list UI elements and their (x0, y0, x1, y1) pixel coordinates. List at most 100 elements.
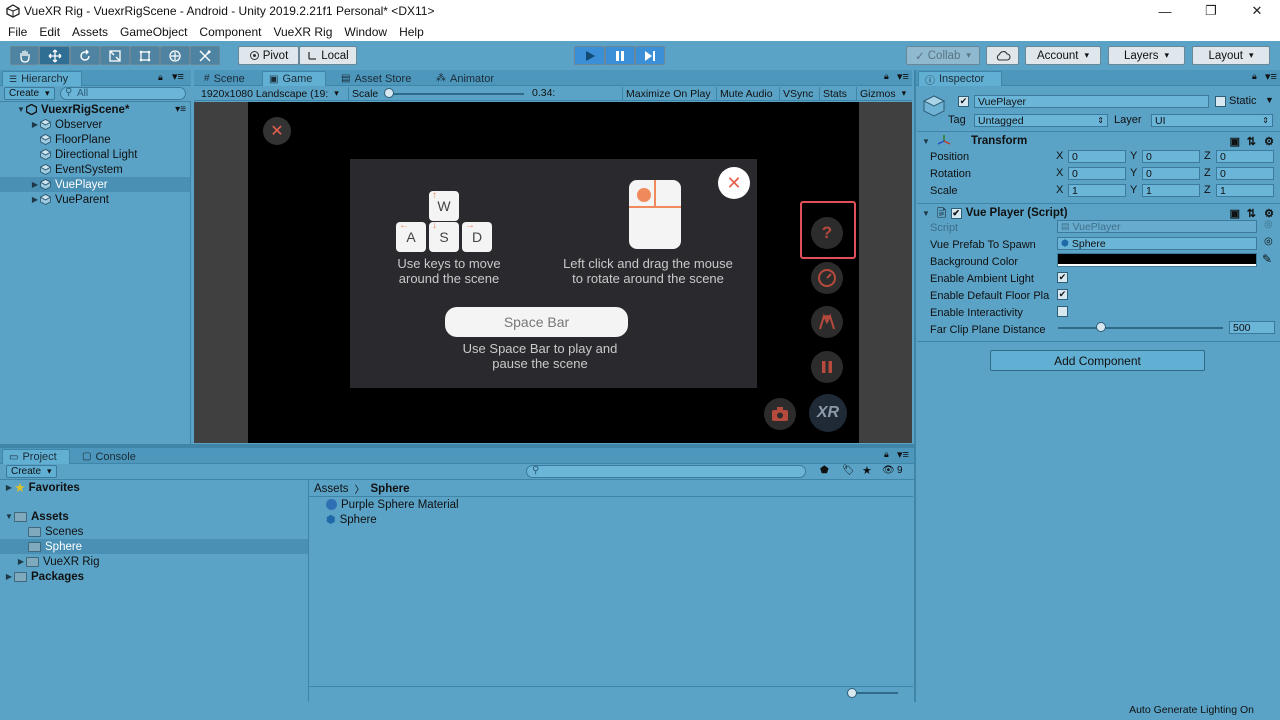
rotate-tool-button[interactable] (70, 46, 100, 65)
transform-position-y-field[interactable]: 0 (1142, 150, 1200, 163)
menu-component[interactable]: Component (193, 25, 267, 39)
mute-audio-toggle[interactable]: Mute Audio (716, 87, 776, 100)
help-dialog-close-button[interactable]: ✕ (718, 167, 750, 199)
menu-window[interactable]: Window (338, 25, 393, 39)
project-search-input[interactable]: ⚲ (526, 465, 806, 478)
inspector-menu-icon[interactable]: ▾≡ (1265, 70, 1277, 83)
hierarchy-item[interactable]: EventSystem (0, 162, 190, 177)
step-button[interactable] (635, 46, 665, 65)
scale-slider-handle[interactable] (384, 88, 394, 98)
tab-animator[interactable]: ⁂ Animator (430, 71, 500, 86)
maximize-on-play-toggle[interactable]: Maximize On Play (622, 87, 714, 100)
game-lock-icon[interactable]: 🔒︎ (884, 71, 889, 82)
hand-tool-button[interactable] (10, 46, 39, 65)
background-color-swatch[interactable] (1057, 253, 1257, 267)
minimize-button[interactable]: — (1142, 0, 1188, 22)
collapse-arrow-icon[interactable]: ▼ (921, 209, 931, 218)
eyedropper-icon[interactable]: ✎ (1262, 252, 1272, 266)
screenshot-button[interactable] (764, 398, 796, 430)
rect-tool-button[interactable] (130, 46, 160, 65)
scale-tool-button[interactable] (100, 46, 130, 65)
file-item[interactable]: ⬢ Sphere (326, 512, 377, 527)
layer-dropdown[interactable]: UI ⇕ (1151, 114, 1273, 127)
layers-dropdown[interactable]: Layers (1108, 46, 1185, 65)
project-lock-icon[interactable]: 🔒︎ (884, 449, 889, 460)
custom-tool-button[interactable] (190, 46, 220, 65)
expand-arrow-icon[interactable]: ▶ (30, 180, 40, 189)
preset-sliders-icon[interactable]: ⇅ (1247, 135, 1256, 148)
tab-scene[interactable]: # Scene (198, 71, 251, 86)
tab-game[interactable]: ▣ Game (262, 71, 326, 86)
scene-root-row[interactable]: ▼ VuexrRigScene* ▾≡ (0, 102, 190, 117)
expand-arrow-icon[interactable]: ▼ (4, 512, 14, 521)
local-toggle[interactable]: Local (299, 46, 357, 65)
panel-menu-icon[interactable]: ▾≡ (172, 70, 184, 83)
project-tree-item[interactable]: Scenes (0, 524, 308, 539)
tab-console[interactable]: ▢ Console (76, 449, 142, 464)
vsync-toggle[interactable]: VSync (779, 87, 816, 100)
interactivity-checkbox[interactable] (1057, 306, 1068, 317)
move-tool-button[interactable] (39, 46, 70, 65)
project-tree-item[interactable]: ▼ Assets (0, 509, 308, 524)
stats-toggle[interactable]: Stats (819, 87, 850, 100)
account-dropdown[interactable]: Account (1025, 46, 1101, 65)
expand-arrow-icon[interactable]: ▶ (30, 195, 40, 204)
prefab-field[interactable]: ⬢ Sphere (1057, 237, 1257, 250)
pivot-toggle[interactable]: Pivot (238, 46, 299, 65)
transform-rotation-y-field[interactable]: 0 (1142, 167, 1200, 180)
hierarchy-create-dropdown[interactable]: Create (4, 87, 55, 100)
tab-hierarchy[interactable]: ☰ Hierarchy (2, 71, 82, 86)
icon-size-slider-track[interactable] (852, 692, 898, 694)
reference-book-icon[interactable]: ▣ (1230, 135, 1240, 148)
tab-project[interactable]: ▭ Project (2, 449, 70, 464)
close-window-button[interactable]: ✕ (1234, 0, 1280, 22)
hierarchy-item[interactable]: ▶ Observer (0, 117, 190, 132)
favorite-star-icon[interactable]: ★ (862, 464, 872, 477)
tab-inspector[interactable]: ⓘ Inspector (918, 71, 1002, 87)
transform-position-z-field[interactable]: 0 (1216, 150, 1274, 163)
hierarchy-item[interactable]: ▶ VueParent (0, 192, 190, 207)
project-tree-item[interactable]: ▶ Packages (0, 569, 308, 584)
hierarchy-search-input[interactable]: ⚲ All (60, 87, 186, 100)
expand-arrow-icon[interactable]: ▶ (16, 557, 26, 566)
transform-rotation-z-field[interactable]: 0 (1216, 167, 1274, 180)
icon-size-slider-handle[interactable] (847, 688, 857, 698)
cloud-button[interactable] (986, 46, 1019, 65)
menu-edit[interactable]: Edit (33, 25, 66, 39)
scale-slider-track[interactable] (386, 93, 524, 95)
vr-mode-button[interactable] (811, 306, 843, 338)
preset-sliders-icon[interactable]: ⇅ (1247, 207, 1256, 220)
default-floor-checkbox[interactable]: ✔ (1057, 289, 1068, 300)
active-checkbox[interactable]: ✔ (958, 96, 969, 107)
settings-gear-icon[interactable]: ⚙ (1264, 207, 1274, 220)
static-dropdown-arrow-icon[interactable]: ▼ (1265, 95, 1274, 105)
transform-header[interactable]: ▼ Transform ▣ ⇅ ⚙ (917, 133, 1280, 149)
inspector-lock-icon[interactable]: 🔒︎ (1252, 71, 1257, 82)
far-clip-value-field[interactable]: 500 (1229, 321, 1275, 334)
expand-arrow-icon[interactable]: ▶ (30, 120, 40, 129)
object-name-field[interactable]: VuePlayer (974, 95, 1209, 108)
filter-type-icon[interactable]: ⬟ (820, 465, 829, 476)
menu-gameobject[interactable]: GameObject (114, 25, 193, 39)
menu-help[interactable]: Help (393, 25, 430, 39)
speed-button[interactable] (811, 262, 843, 294)
file-item[interactable]: Purple Sphere Material (326, 497, 459, 512)
help-button[interactable]: ? (811, 217, 843, 249)
vue-player-script-header[interactable]: ▼ 📄︎ ✔ Vue Player (Script) ▣ ⇅ ⚙ (917, 205, 1280, 221)
transform-tool-button[interactable] (160, 46, 190, 65)
collab-dropdown[interactable]: ✓ Collab (906, 46, 980, 65)
breadcrumb-sphere[interactable]: Sphere (371, 483, 410, 495)
filter-label-icon[interactable]: 🏷︎ (842, 465, 855, 476)
static-checkbox[interactable] (1215, 96, 1226, 107)
reference-book-icon[interactable]: ▣ (1230, 207, 1240, 220)
ambient-light-checkbox[interactable]: ✔ (1057, 272, 1068, 283)
pause-button[interactable] (605, 46, 635, 65)
transform-position-x-field[interactable]: 0 (1068, 150, 1126, 163)
settings-gear-icon[interactable]: ⚙ (1264, 135, 1274, 148)
expand-arrow-icon[interactable]: ▼ (16, 105, 26, 114)
transform-scale-x-field[interactable]: 1 (1068, 184, 1126, 197)
resolution-dropdown[interactable]: 1920x1080 Landscape (19: (198, 87, 342, 100)
expand-arrow-icon[interactable]: ▶ (4, 572, 14, 581)
collapse-arrow-icon[interactable]: ▼ (921, 137, 931, 146)
menu-vuexr-rig[interactable]: VueXR Rig (267, 25, 338, 39)
